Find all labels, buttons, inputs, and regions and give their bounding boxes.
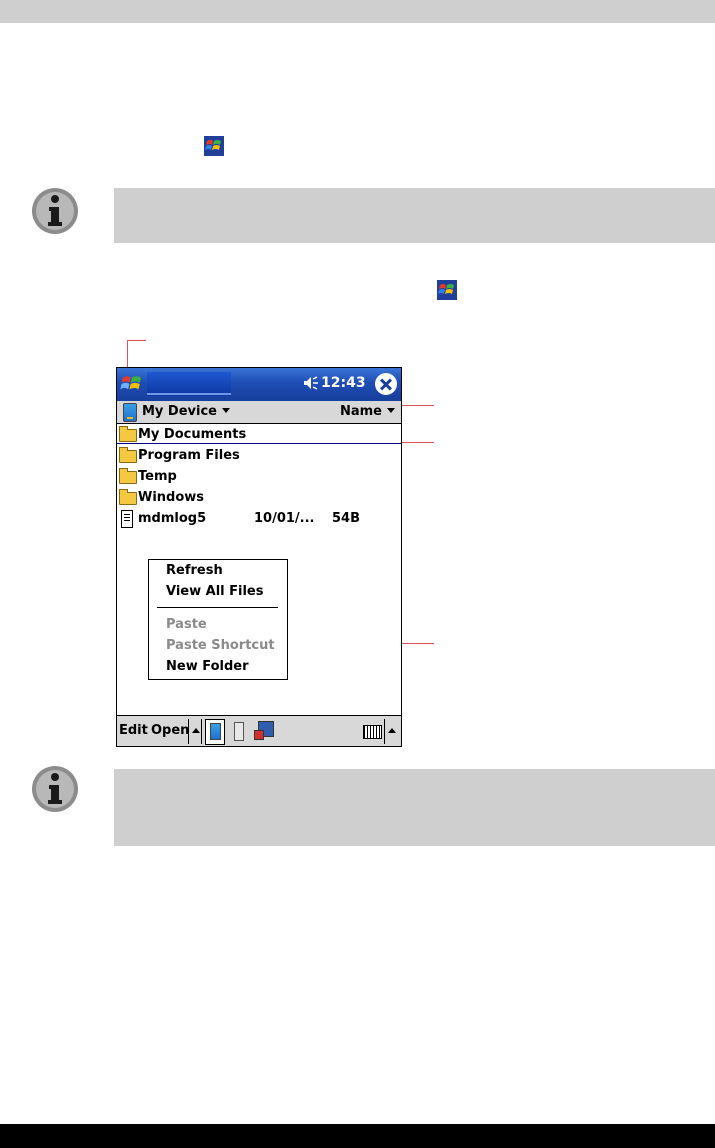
page-footer-bar: [0, 1124, 715, 1148]
divider: [384, 719, 385, 744]
file-date: 10/01/...: [254, 511, 315, 526]
command-bar: Edit Open: [117, 715, 401, 746]
selection-underline: [117, 443, 401, 444]
page-header-bar: [0, 0, 715, 23]
info-icon: [32, 766, 78, 812]
folder-icon: [119, 426, 137, 442]
speaker-icon[interactable]: [303, 375, 319, 391]
list-item-folder[interactable]: My Documents: [117, 424, 401, 445]
menu-item-paste[interactable]: Paste: [166, 617, 207, 632]
folder-dropdown-label: My Device: [142, 404, 217, 419]
folder-dropdown[interactable]: My Device: [142, 404, 230, 419]
chevron-down-icon: [387, 408, 395, 413]
list-item-folder[interactable]: Windows: [117, 487, 401, 508]
document-icon: [121, 510, 133, 528]
folder-header: My Device Name: [117, 401, 401, 424]
keyboard-icon[interactable]: [363, 725, 382, 739]
menu-separator: [157, 607, 278, 608]
clock[interactable]: 12:43: [321, 375, 366, 391]
menu-item-paste-shortcut[interactable]: Paste Shortcut: [166, 638, 275, 653]
list-item-folder[interactable]: Temp: [117, 466, 401, 487]
divider: [201, 719, 202, 744]
callout-line: [400, 405, 434, 406]
my-device-tab-icon[interactable]: [205, 719, 225, 745]
chevron-up-icon[interactable]: [192, 728, 200, 733]
info-icon: [32, 188, 78, 234]
file-size: 54B: [332, 511, 360, 526]
menu-item-new-folder[interactable]: New Folder: [166, 659, 249, 674]
windows-flag-icon: [437, 280, 457, 300]
windows-flag-icon: [204, 136, 224, 156]
open-menu[interactable]: Open: [151, 723, 189, 738]
list-item-label: Temp: [138, 469, 177, 484]
folder-icon: [119, 489, 137, 505]
context-menu: Refresh View All Files Paste Paste Short…: [148, 559, 288, 680]
storage-card-icon[interactable]: [234, 722, 244, 741]
menu-item-view-all-files[interactable]: View All Files: [166, 584, 264, 599]
list-item-file[interactable]: mdmlog5 10/01/... 54B: [117, 508, 401, 529]
folder-icon: [119, 447, 137, 463]
callout-line: [127, 340, 146, 341]
list-item-label: mdmlog5: [138, 511, 207, 526]
list-item-label: Windows: [138, 490, 205, 505]
note-box: [114, 188, 715, 243]
note-box: [114, 769, 715, 846]
divider: [188, 719, 189, 744]
start-menu-icon[interactable]: [119, 371, 145, 397]
chevron-up-icon[interactable]: [388, 728, 396, 733]
list-item-label: Program Files: [138, 448, 240, 463]
folder-icon: [119, 468, 137, 484]
close-icon[interactable]: [375, 373, 397, 395]
sort-dropdown-label: Name: [339, 404, 382, 419]
menu-item-refresh[interactable]: Refresh: [166, 563, 223, 578]
file-explorer-screen: 12:43 My Device Name My Documents Progra…: [116, 367, 402, 747]
sort-dropdown[interactable]: Name: [340, 404, 395, 419]
device-icon: [123, 403, 137, 422]
chevron-down-icon: [222, 408, 230, 413]
title-bar: 12:43: [117, 368, 401, 401]
list-item-folder[interactable]: Program Files: [117, 445, 401, 466]
title-underline: [147, 393, 231, 395]
list-item-label: My Documents: [138, 427, 247, 442]
edit-menu[interactable]: Edit: [119, 723, 148, 738]
network-icon[interactable]: [254, 721, 274, 740]
